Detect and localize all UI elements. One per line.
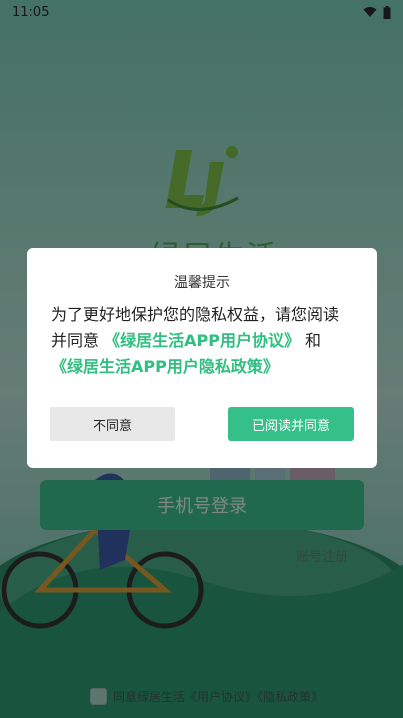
disagree-button[interactable]: 不同意 — [50, 407, 175, 441]
privacy-dialog: 温馨提示 为了更好地保护您的隐私权益，请您阅读并同意 《绿居生活APP用户协议》… — [27, 248, 377, 468]
dialog-message: 为了更好地保护您的隐私权益，请您阅读并同意 《绿居生活APP用户协议》 和 《绿… — [51, 302, 353, 380]
agree-button[interactable]: 已阅读并同意 — [228, 407, 354, 441]
dialog-connector: 和 — [305, 331, 322, 350]
dialog-title: 温馨提示 — [174, 275, 230, 291]
user-agreement-link[interactable]: 《绿居生活APP用户协议》 — [104, 331, 300, 350]
privacy-policy-link[interactable]: 《绿居生活APP用户隐私政策》 — [51, 357, 279, 376]
dialog-buttons: 不同意 已阅读并同意 — [50, 407, 354, 441]
